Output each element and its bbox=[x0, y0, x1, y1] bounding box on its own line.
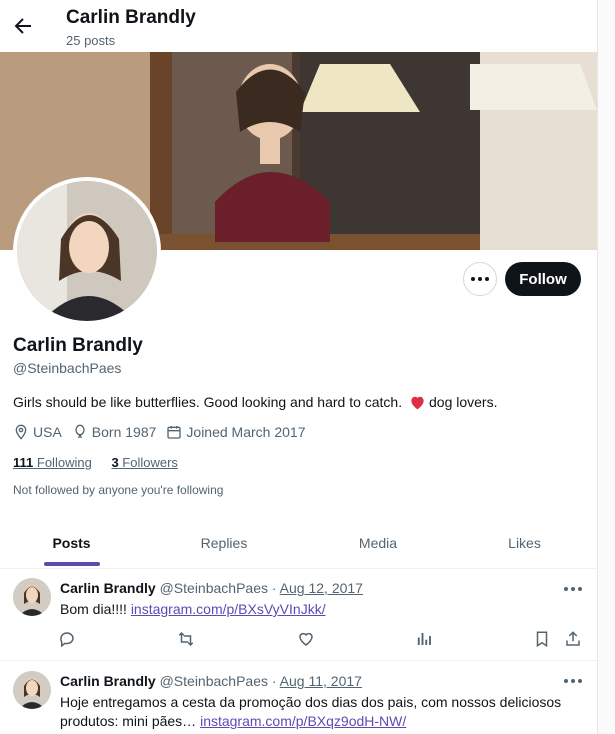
post-link[interactable]: instagram.com/p/BXsVyVInJkk/ bbox=[131, 601, 326, 617]
scrollbar[interactable] bbox=[597, 0, 615, 734]
post-author-name[interactable]: Carlin Brandly bbox=[60, 580, 156, 596]
post-more-icon[interactable] bbox=[564, 674, 582, 688]
share-icon[interactable] bbox=[564, 630, 582, 648]
followers-link[interactable]: 3 Followers bbox=[111, 455, 177, 470]
follow-stats: 111 Following 3 Followers bbox=[13, 455, 194, 470]
post-item[interactable]: Carlin Brandly @SteinbachPaes · Aug 11, … bbox=[0, 661, 597, 734]
post-text: Hoje entregamos a cesta da promoção dos … bbox=[60, 693, 580, 731]
back-arrow-icon[interactable] bbox=[11, 14, 35, 38]
heart-emoji-icon bbox=[411, 396, 424, 410]
location: USA bbox=[13, 424, 62, 440]
post-actions bbox=[58, 630, 583, 650]
tab-media[interactable]: Media bbox=[305, 518, 451, 568]
post-header: Carlin Brandly @SteinbachPaes · Aug 11, … bbox=[60, 673, 362, 689]
post-body: Bom dia!!!! bbox=[60, 601, 131, 617]
followers-label: Followers bbox=[122, 455, 178, 470]
post-link[interactable]: instagram.com/p/BXqz9odH-NW/ bbox=[200, 713, 406, 729]
bio-text-end: dog lovers. bbox=[429, 394, 498, 410]
profile-page: Carlin Brandly 25 posts Follow Carlin Br… bbox=[0, 0, 598, 734]
profile-meta: USA Born 1987 Joined March 2017 bbox=[13, 424, 315, 440]
followers-count: 3 bbox=[111, 455, 119, 470]
more-options-button[interactable] bbox=[463, 262, 497, 296]
views-icon[interactable] bbox=[415, 630, 433, 648]
post-more-icon[interactable] bbox=[564, 582, 582, 596]
location-pin-icon bbox=[15, 424, 27, 440]
balloon-icon bbox=[75, 424, 85, 439]
following-link[interactable]: 111 Following bbox=[13, 455, 92, 470]
post-avatar[interactable] bbox=[13, 671, 51, 709]
tab-likes[interactable]: Likes bbox=[452, 518, 597, 568]
header-post-count: 25 posts bbox=[66, 33, 116, 48]
follow-button[interactable]: Follow bbox=[505, 262, 581, 296]
not-followed-note: Not followed by anyone you're following bbox=[13, 483, 224, 497]
repost-icon[interactable] bbox=[177, 630, 195, 648]
post-separator: · bbox=[271, 673, 277, 689]
post-date[interactable]: Aug 11, 2017 bbox=[280, 673, 362, 689]
header-title: Carlin Brandly bbox=[66, 7, 196, 28]
reply-icon[interactable] bbox=[58, 630, 76, 648]
tab-posts[interactable]: Posts bbox=[0, 518, 143, 568]
post-item[interactable]: Carlin Brandly @SteinbachPaes · Aug 12, … bbox=[0, 569, 597, 661]
born-text: Born 1987 bbox=[91, 424, 157, 440]
profile-name: Carlin Brandly bbox=[13, 335, 143, 356]
bookmark-icon[interactable] bbox=[533, 630, 551, 648]
join-date: Joined March 2017 bbox=[166, 424, 305, 440]
profile-bio: Girls should be like butterflies. Good l… bbox=[13, 394, 497, 410]
post-author-handle[interactable]: @SteinbachPaes bbox=[160, 673, 268, 689]
location-text: USA bbox=[33, 424, 62, 440]
calendar-icon bbox=[167, 426, 182, 439]
tab-replies[interactable]: Replies bbox=[150, 518, 298, 568]
top-bar: Carlin Brandly 25 posts bbox=[0, 0, 597, 52]
post-avatar[interactable] bbox=[13, 578, 51, 616]
profile-avatar[interactable] bbox=[13, 177, 161, 325]
post-separator: · bbox=[271, 580, 277, 596]
post-author-handle[interactable]: @SteinbachPaes bbox=[160, 580, 268, 596]
following-label: Following bbox=[36, 455, 92, 470]
bio-text: Girls should be like butterflies. Good l… bbox=[13, 394, 403, 410]
like-icon[interactable] bbox=[297, 630, 315, 648]
active-tab-indicator bbox=[44, 562, 100, 566]
birthdate: Born 1987 bbox=[72, 424, 157, 440]
profile-handle: @SteinbachPaes bbox=[13, 360, 122, 376]
post-date[interactable]: Aug 12, 2017 bbox=[280, 580, 363, 596]
more-dots-icon bbox=[471, 277, 489, 281]
post-header: Carlin Brandly @SteinbachPaes · Aug 12, … bbox=[60, 580, 363, 596]
following-count: 111 bbox=[13, 455, 34, 470]
post-author-name[interactable]: Carlin Brandly bbox=[60, 673, 156, 689]
post-text: Bom dia!!!! instagram.com/p/BXsVyVInJkk/ bbox=[60, 600, 580, 619]
joined-text: Joined March 2017 bbox=[186, 424, 306, 440]
